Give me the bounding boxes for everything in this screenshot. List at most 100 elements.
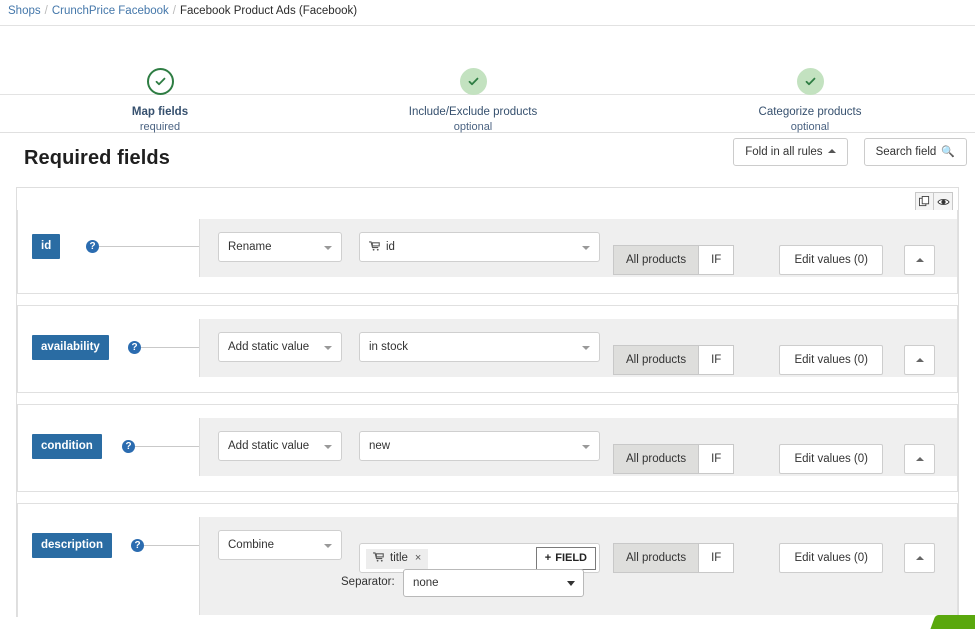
step-categorize-circle <box>797 68 824 95</box>
cart-icon <box>369 234 380 262</box>
check-icon <box>804 75 817 88</box>
collapse-rule-button[interactable] <box>904 345 935 375</box>
value-select[interactable]: in stock <box>359 332 600 362</box>
cart-icon <box>373 550 384 569</box>
step-map-fields-label: Map fields <box>50 105 270 120</box>
question-mark-icon[interactable]: ? <box>128 341 141 354</box>
breadcrumb-item-current: Facebook Product Ads (Facebook) <box>180 5 357 17</box>
connector-line <box>141 347 199 348</box>
value-select[interactable]: id <box>359 232 600 262</box>
collapse-rule-button[interactable] <box>904 543 935 573</box>
scope-button-group: All products IF <box>613 345 734 375</box>
question-mark-icon[interactable]: ? <box>86 240 99 253</box>
field-token-label: title <box>390 552 408 564</box>
value-select[interactable]: new <box>359 431 600 461</box>
caret-down-icon <box>582 346 590 350</box>
action-select-value: Add static value <box>228 341 309 353</box>
caret-down-icon <box>324 346 332 350</box>
value-select-value: new <box>369 440 390 452</box>
step-categorize[interactable]: Categorize products optional <box>700 68 920 135</box>
caret-down-icon <box>324 246 332 250</box>
field-badge-condition[interactable]: condition <box>32 434 102 459</box>
rule-card: availability ? Add static value in stock… <box>17 305 958 393</box>
rule-controls-band: Add static value in stock All products I… <box>199 319 957 377</box>
search-field-button[interactable]: Search field🔍 <box>864 138 967 166</box>
action-select[interactable]: Add static value <box>218 332 342 362</box>
action-select-value: Add static value <box>228 440 309 452</box>
step-include-exclude[interactable]: Include/Exclude products optional <box>363 68 583 135</box>
rule-card: id ? Rename id All products IF Edit valu… <box>17 210 958 294</box>
if-button[interactable]: IF <box>699 245 734 275</box>
if-button[interactable]: IF <box>699 543 734 573</box>
if-button[interactable]: IF <box>699 345 734 375</box>
caret-up-icon <box>916 358 924 362</box>
all-products-button[interactable]: All products <box>613 345 699 375</box>
section-header: Required fields Fold in all rules Search… <box>8 133 967 187</box>
all-products-button[interactable]: All products <box>613 444 699 474</box>
field-badge-description[interactable]: description <box>32 533 112 558</box>
collapse-rule-button[interactable] <box>904 245 935 275</box>
rule-field-zone: condition ? <box>18 405 199 491</box>
action-select[interactable]: Combine <box>218 530 342 560</box>
rule-controls-band: Combine title × +FIELD All products IF Ed… <box>199 517 957 615</box>
rule-field-zone: description ? <box>18 504 199 617</box>
caret-down-icon <box>582 445 590 449</box>
edit-values-button[interactable]: Edit values (0) <box>779 543 883 573</box>
rule-field-zone: availability ? <box>18 306 199 392</box>
page-title: Required fields <box>24 147 170 170</box>
add-field-label: FIELD <box>555 552 587 564</box>
if-button[interactable]: IF <box>699 444 734 474</box>
separator-select[interactable]: none <box>403 569 584 597</box>
check-icon <box>154 75 167 88</box>
add-field-button[interactable]: +FIELD <box>536 547 596 570</box>
breadcrumb-separator: / <box>173 5 176 17</box>
edit-values-button[interactable]: Edit values (0) <box>779 245 883 275</box>
rules-toolbar <box>915 192 953 211</box>
step-map-fields-circle <box>147 68 174 95</box>
field-badge-availability[interactable]: availability <box>32 335 109 360</box>
caret-up-icon <box>916 556 924 560</box>
caret-up-icon <box>916 258 924 262</box>
edit-values-button[interactable]: Edit values (0) <box>779 345 883 375</box>
separator-select-value: none <box>413 577 439 589</box>
caret-up-icon <box>916 457 924 461</box>
eye-glyph <box>937 197 950 207</box>
fold-in-all-rules-button[interactable]: Fold in all rules <box>733 138 847 166</box>
breadcrumb-separator: / <box>45 5 48 17</box>
breadcrumb-item-shops[interactable]: Shops <box>8 5 41 17</box>
floating-action-accent[interactable] <box>930 615 975 629</box>
all-products-button[interactable]: All products <box>613 245 699 275</box>
edit-values-button[interactable]: Edit values (0) <box>779 444 883 474</box>
step-map-fields[interactable]: Map fields required <box>50 68 270 135</box>
connector-line <box>135 446 199 447</box>
value-select-value: id <box>386 241 395 253</box>
copy-glyph <box>919 196 930 207</box>
question-mark-icon[interactable]: ? <box>122 440 135 453</box>
remove-x-icon[interactable]: × <box>415 552 421 564</box>
eye-icon[interactable] <box>934 192 953 211</box>
question-mark-icon[interactable]: ? <box>131 539 144 552</box>
check-icon <box>467 75 480 88</box>
rules-list: id ? Rename id All products IF Edit valu… <box>16 187 959 617</box>
action-select[interactable]: Rename <box>218 232 342 262</box>
all-products-button[interactable]: All products <box>613 543 699 573</box>
rule-controls-band: Add static value new All products IF Edi… <box>199 418 957 476</box>
step-include-exclude-label: Include/Exclude products <box>363 105 583 120</box>
rule-field-zone: id ? <box>18 210 199 293</box>
value-select-value: in stock <box>369 341 408 353</box>
action-select[interactable]: Add static value <box>218 431 342 461</box>
rule-card: condition ? Add static value new All pro… <box>17 404 958 492</box>
step-include-exclude-circle <box>460 68 487 95</box>
field-badge-id[interactable]: id <box>32 234 60 259</box>
collapse-rule-button[interactable] <box>904 444 935 474</box>
step-categorize-label: Categorize products <box>700 105 920 120</box>
fold-in-all-rules-label: Fold in all rules <box>745 146 822 158</box>
field-token[interactable]: title × <box>366 549 428 569</box>
action-select-value: Rename <box>228 241 271 253</box>
separator-label: Separator: <box>341 576 395 588</box>
scope-button-group: All products IF <box>613 245 734 275</box>
breadcrumb-item-shop-name[interactable]: CrunchPrice Facebook <box>52 5 169 17</box>
rule-controls-band: Rename id All products IF Edit values (0… <box>199 219 957 277</box>
copy-icon[interactable] <box>915 192 934 211</box>
caret-down-icon <box>582 246 590 250</box>
